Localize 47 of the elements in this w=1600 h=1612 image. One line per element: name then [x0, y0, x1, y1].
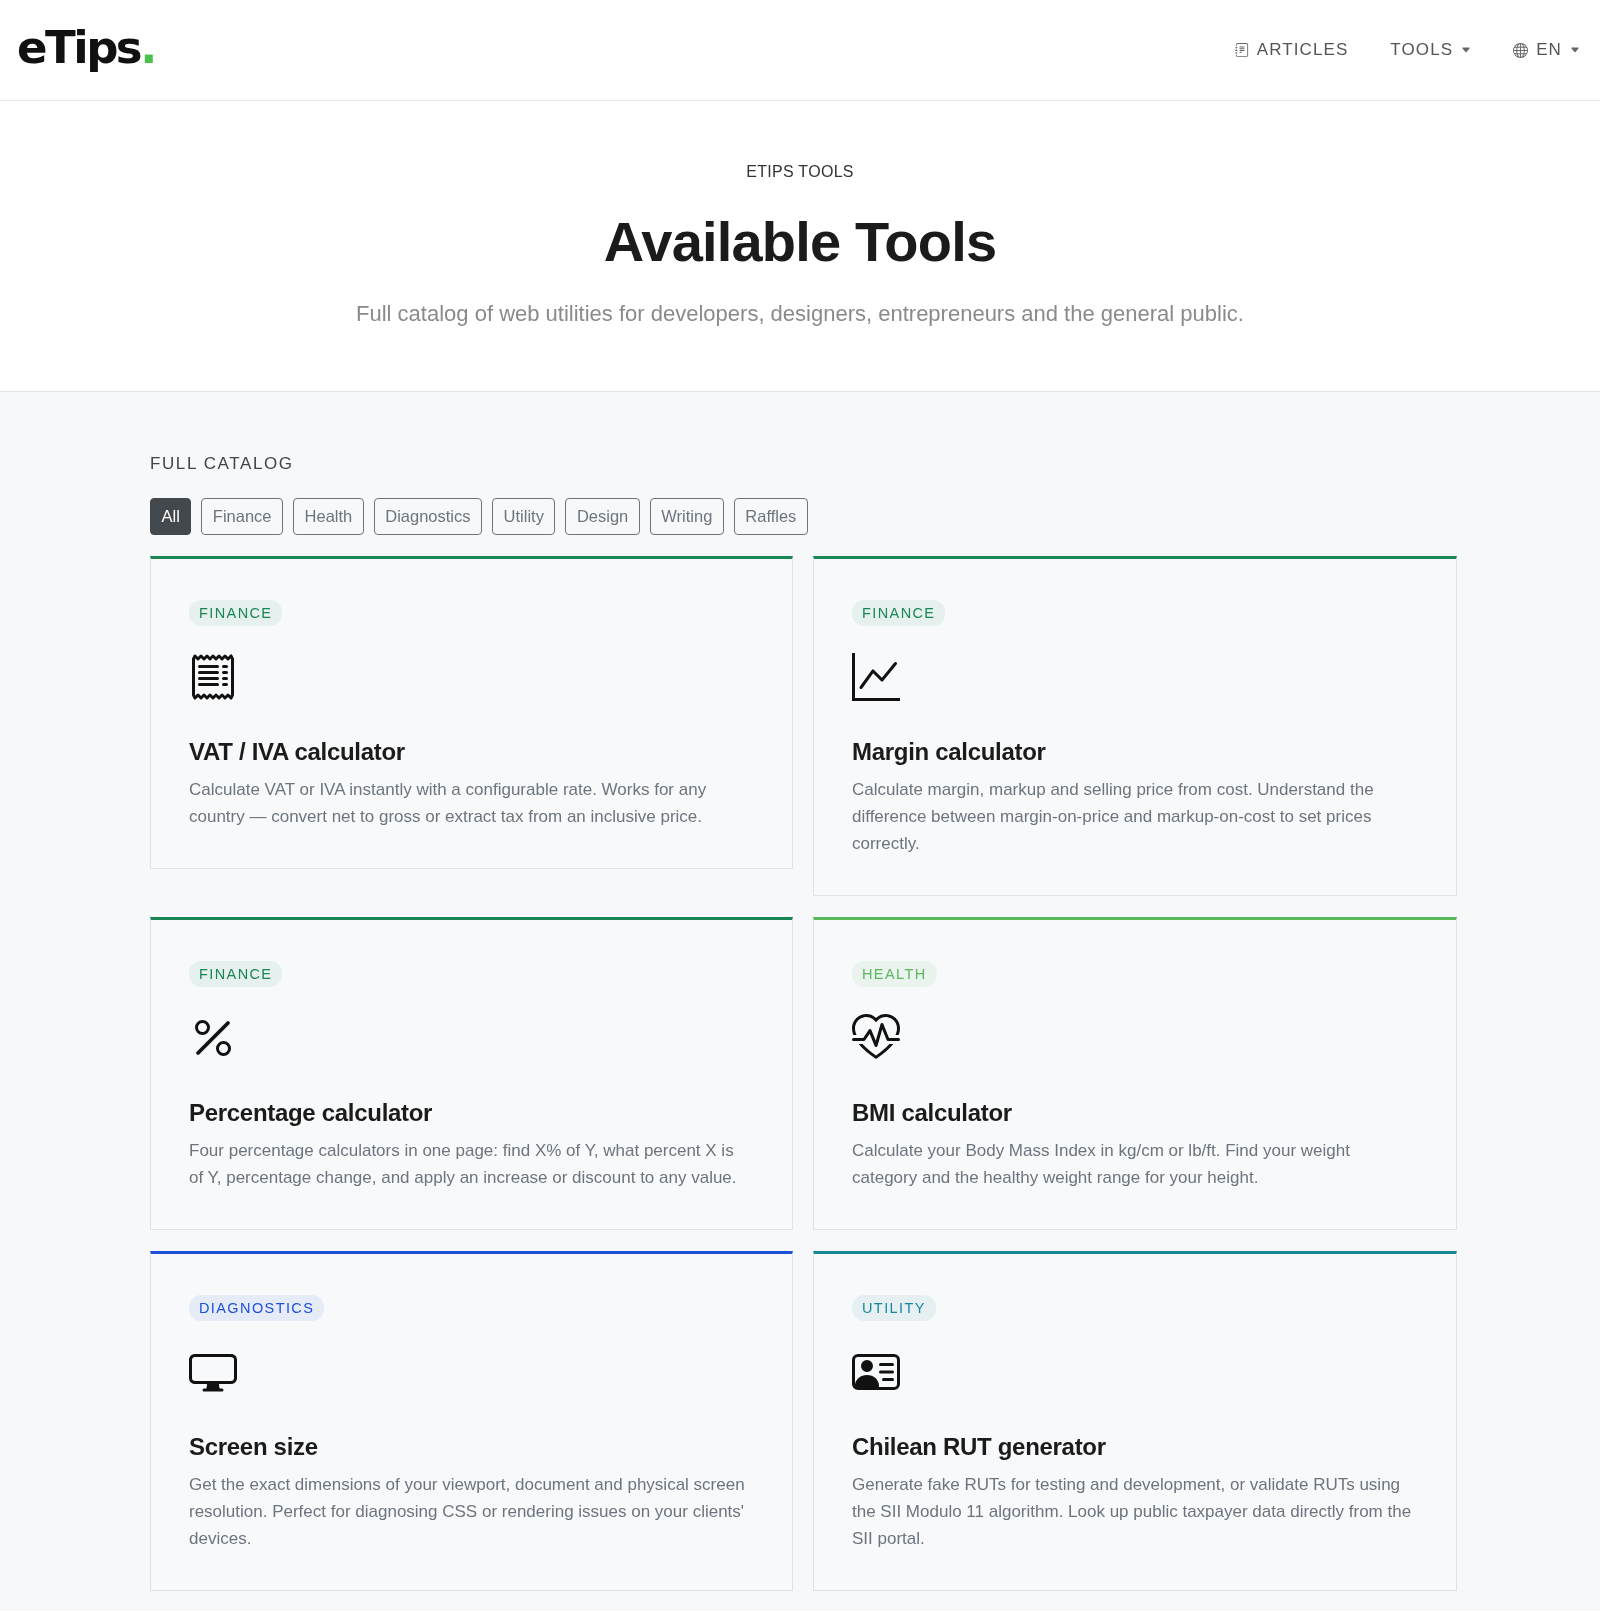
- tool-card[interactable]: DIAGNOSTICS Screen size Get the exact dimensions of your viewport, document and physical screen resolution. Perfect for diagnosing CSS or rendering issues on your clients' devices.: [150, 1251, 793, 1591]
- tool-description: Get the exact dimensions of your viewport, document and physical screen resolution. Perfect for diagnosing CSS or rendering issues on your clients' devices.: [189, 1474, 746, 1550]
- category-tag: FINANCE: [189, 600, 283, 626]
- category-tag: HEALTH: [852, 961, 937, 987]
- tool-description: Four percentage calculators in one page: find X% of Y, what percent X is of Y, percentage change, and apply an increase or discount to any value.: [189, 1140, 738, 1189]
- tool-description: Calculate VAT or IVA instantly with a configurable rate. Works for any country — convert net to gross or extract tax from an inclusive price.: [189, 779, 708, 828]
- filter-button[interactable]: Finance: [201, 498, 284, 535]
- filter-button[interactable]: Raffles: [733, 498, 808, 535]
- globe-icon: [1513, 42, 1529, 58]
- tool-title: BMI calculator: [852, 1098, 1012, 1128]
- filter-button[interactable]: Utility: [492, 498, 556, 535]
- page-title: Available Tools: [603, 209, 997, 275]
- line-chart-icon: [852, 653, 900, 701]
- category-tag: UTILITY: [852, 1295, 936, 1321]
- caret-icon: [1570, 45, 1580, 55]
- page-subtitle: Full catalog of web utilities for developers, designers, entrepreneurs and the general public.: [356, 300, 1244, 328]
- tool-title: VAT / IVA calculator: [189, 737, 405, 767]
- category-tag: DIAGNOSTICS: [189, 1295, 325, 1321]
- tool-card[interactable]: UTILITY Chilean RUT generator Generate fake RUTs for testing and development, or validate RUTs using the SII Modulo 11 algorithm. Look up public taxpayer data directly from the SII portal.: [813, 1251, 1457, 1591]
- nav-dropdown[interactable]: TOOLS: [1390, 40, 1472, 60]
- category-tag: FINANCE: [189, 961, 283, 987]
- filter-button[interactable]: Diagnostics: [373, 498, 483, 535]
- tool-title: Percentage calculator: [189, 1098, 433, 1128]
- tool-title: Chilean RUT generator: [852, 1432, 1106, 1462]
- caret-icon: [1461, 45, 1472, 55]
- category-tag: FINANCE: [852, 600, 946, 626]
- tool-card[interactable]: FINANCE Percentage calculator Four percentage calculators in one page: find X% of Y, what percent X is of Y, percentage change, and apply an increase or discount to any value.: [150, 917, 793, 1230]
- tool-title: Margin calculator: [852, 737, 1046, 767]
- filter-button[interactable]: Health: [293, 498, 364, 535]
- catalog-heading: FULL CATALOG: [150, 454, 295, 474]
- journal-icon: [1234, 43, 1249, 57]
- nav-link[interactable]: ARTICLES: [1234, 40, 1349, 60]
- section-label: ETIPS TOOLS: [746, 162, 854, 182]
- filter-button[interactable]: All: [150, 498, 192, 535]
- tool-description: Calculate margin, markup and selling price from cost. Understand the difference between margin-on-price and markup-on-cost to set prices correctly.: [852, 779, 1375, 855]
- heart-pulse-icon: [852, 1014, 900, 1062]
- tool-card[interactable]: FINANCE Margin calculator Calculate margin, markup and selling price from cost. Understand the difference between margin-on-price and markup-on-cost to set prices correctly.: [813, 556, 1457, 896]
- tool-card[interactable]: HEALTH BMI calculator Calculate your Body Mass Index in kg/cm or lb/ft. Find your weight category and the healthy weight range for your height.: [813, 917, 1457, 1230]
- tool-description: Generate fake RUTs for testing and development, or validate RUTs using the SII Modulo 11 algorithm. Look up public taxpayer data directly from the SII portal.: [852, 1474, 1412, 1550]
- filter-button[interactable]: Writing: [649, 498, 724, 535]
- tool-title: Screen size: [189, 1432, 318, 1462]
- tool-card[interactable]: FINANCE VAT / IVA calculator Calculate VAT or IVA instantly with a configurable rate. Works for any country — convert net to gross or extract tax from an inclusive price.: [150, 556, 793, 869]
- logo[interactable]: eTips.: [17, 24, 155, 76]
- tool-description: Calculate your Body Mass Index in kg/cm or lb/ft. Find your weight category and the healthy weight range for your height.: [852, 1140, 1351, 1189]
- language-dropdown[interactable]: EN: [1513, 40, 1580, 60]
- filter-button[interactable]: Design: [565, 498, 640, 535]
- receipt-icon: [189, 653, 237, 701]
